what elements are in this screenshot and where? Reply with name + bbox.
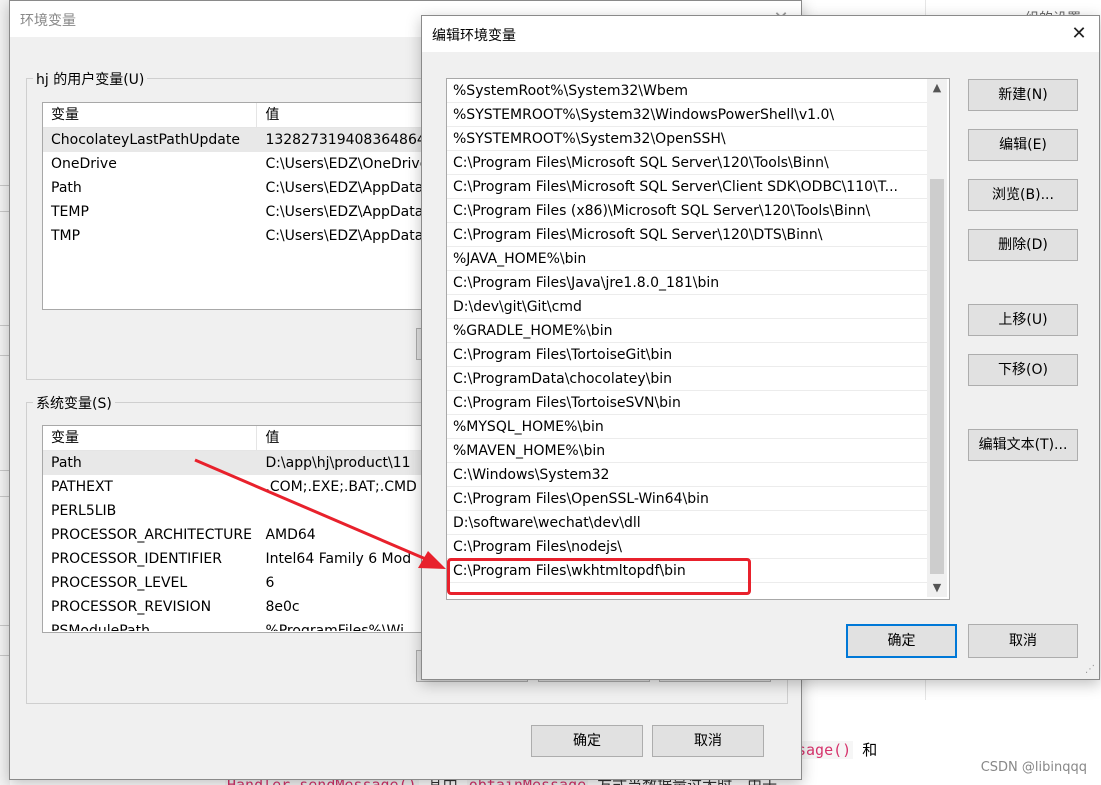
new-button[interactable]: 新建(N) xyxy=(968,79,1078,111)
cancel-button[interactable]: 取消 xyxy=(968,624,1078,658)
watermark: CSDN @libinqqq xyxy=(980,760,1087,775)
annotation-arrow-icon xyxy=(194,458,446,569)
browse-button[interactable]: 浏览(B)... xyxy=(968,179,1078,211)
ok-button[interactable]: 确定 xyxy=(846,624,957,658)
move-up-button[interactable]: 上移(U) xyxy=(968,304,1078,336)
delete-button[interactable]: 删除(D) xyxy=(968,229,1078,261)
edit-button[interactable]: 编辑(E) xyxy=(968,129,1078,161)
move-down-button[interactable]: 下移(O) xyxy=(968,354,1078,386)
edit-text-button[interactable]: 编辑文本(T)... xyxy=(968,429,1078,461)
